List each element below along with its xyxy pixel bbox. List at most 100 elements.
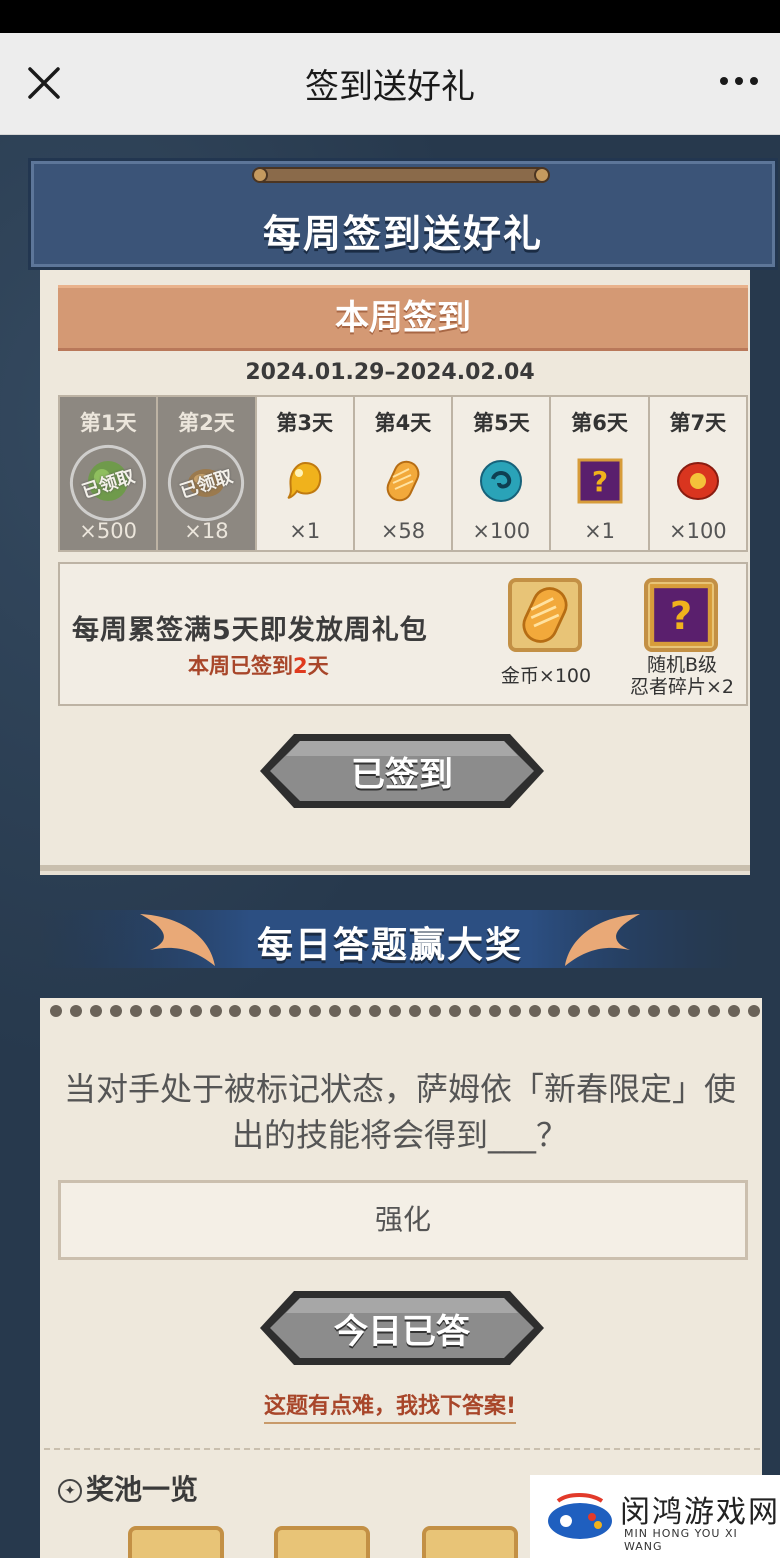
weekly-signin-banner: 每周签到送好礼 xyxy=(28,158,778,270)
hint-link-text: 这题有点难，我找下答案! xyxy=(263,1388,517,1424)
watermark-subtitle: MIN HONG YOU XI WANG xyxy=(624,1527,738,1553)
day-cell-5[interactable]: 第5天 ×100 xyxy=(453,397,552,550)
notebook-hole xyxy=(508,1005,521,1017)
signed-in-button[interactable]: 已签到 xyxy=(256,730,548,812)
notebook-hole xyxy=(488,1005,501,1017)
notebook-hole xyxy=(428,1005,441,1017)
notebook-hole xyxy=(588,1005,601,1017)
day-label: 第3天 xyxy=(276,411,334,435)
notebook-hole xyxy=(548,1005,561,1017)
day-label: 第6天 xyxy=(571,411,628,435)
notebook-hole xyxy=(648,1005,661,1017)
notebook-hole xyxy=(289,1005,302,1017)
weekly-bonus-text: 每周累签满5天即发放周礼包 xyxy=(72,615,428,646)
day-label: 第5天 xyxy=(472,411,530,435)
notebook-hole xyxy=(329,1005,342,1017)
day-cell-4[interactable]: 第4天 ×58 xyxy=(355,397,454,550)
prize-item[interactable] xyxy=(128,1526,224,1558)
day-cell-2: 第2天 已领取 ×18 xyxy=(158,397,257,550)
notebook-hole xyxy=(448,1005,461,1017)
week-section-title: 本周签到 xyxy=(335,298,471,338)
page-title: 签到送好礼 xyxy=(305,67,475,107)
notebook-holes xyxy=(50,1005,760,1019)
weekly-reward-shards-label: 随机B级 忍者碎片×2 xyxy=(629,654,734,698)
notebook-hole xyxy=(169,1005,182,1017)
day-cell-7[interactable]: 第7天 ×100 xyxy=(650,397,746,550)
divider xyxy=(44,1448,760,1450)
prize-pool-header: ✦ 奖池一览 xyxy=(58,1468,198,1508)
day-cell-3[interactable]: 第3天 ×1 xyxy=(257,397,355,550)
day-quantity: ×1 xyxy=(584,519,616,543)
claimed-stamp: 已领取 xyxy=(158,435,255,531)
day-cell-1: 第1天 已领取 ×500 xyxy=(60,397,159,550)
notebook-hole xyxy=(528,1005,541,1017)
notebook-hole xyxy=(369,1005,381,1017)
claimed-stamp: 已领取 xyxy=(60,435,157,531)
daily-quiz-header: 每日答题赢大奖 xyxy=(40,906,740,972)
day-quantity: ×100 xyxy=(668,519,727,543)
prize-pool-title: 奖池一览 xyxy=(86,1473,199,1506)
day-label: 第2天 xyxy=(178,411,235,435)
status-bar xyxy=(0,0,780,33)
hint-link[interactable]: 这题有点难，我找下答案! xyxy=(0,1388,780,1424)
day-cell-6[interactable]: 第6天 ? ×1 xyxy=(551,397,650,550)
quiz-answer-option[interactable]: 强化 xyxy=(58,1180,748,1260)
notebook-hole xyxy=(707,1005,720,1017)
quiz-answer-text: 强化 xyxy=(374,1203,431,1236)
mystery-shard-icon: ? xyxy=(650,584,712,646)
notebook-hole xyxy=(388,1005,401,1017)
svg-text:?: ? xyxy=(591,465,607,498)
prize-pool-icon: ✦ xyxy=(58,1479,82,1503)
week-section-header: 本周签到 xyxy=(58,285,748,351)
notebook-hole xyxy=(628,1005,641,1017)
watermark: 闵鸿游戏网 MIN HONG YOU XI WANG xyxy=(530,1475,780,1558)
notebook-hole xyxy=(209,1005,222,1017)
day-quantity: ×18 xyxy=(184,519,229,543)
answered-today-button[interactable]: 今日已答 xyxy=(256,1287,548,1369)
prize-item[interactable] xyxy=(422,1526,518,1558)
weekly-reward-coins[interactable] xyxy=(508,578,582,652)
notebook-hole xyxy=(229,1005,242,1017)
day-quantity: ×100 xyxy=(472,519,531,543)
notebook-hole xyxy=(129,1005,142,1017)
notebook-hole xyxy=(189,1005,202,1017)
day-label: 第1天 xyxy=(79,411,137,435)
gamepad-logo-icon xyxy=(548,1493,612,1539)
notebook-hole xyxy=(568,1005,581,1017)
prize-item[interactable] xyxy=(274,1526,370,1558)
gold-coin-icon xyxy=(386,460,420,502)
daily-quiz-title: 每日答题赢大奖 xyxy=(256,925,523,966)
weekly-progress-count: 2 xyxy=(293,654,308,678)
gold-coin-icon xyxy=(522,587,568,643)
notebook-hole xyxy=(69,1005,82,1017)
weekly-progress: 本周已签到2天 xyxy=(188,654,329,678)
notebook-hole xyxy=(668,1005,681,1017)
more-options-icon[interactable] xyxy=(720,69,762,93)
notebook-hole xyxy=(249,1005,262,1017)
notebook-hole xyxy=(608,1005,621,1017)
notebook-hole xyxy=(269,1005,282,1017)
weekly-reward-coins-label: 金币×100 xyxy=(500,665,592,687)
signed-in-button-label: 已签到 xyxy=(351,754,453,795)
quiz-question: 当对手处于被标记状态，萨姆依「新春限定」使出的技能将会得到___？ xyxy=(63,1070,736,1154)
notebook-hole xyxy=(688,1005,700,1017)
notebook-hole xyxy=(309,1005,322,1017)
weekly-reward-shards[interactable]: ? xyxy=(644,578,718,652)
scroll-rod xyxy=(252,167,550,183)
notebook-hole xyxy=(109,1005,122,1017)
red-scroll-icon xyxy=(676,462,719,500)
day-label: 第4天 xyxy=(374,411,432,435)
day-quantity: ×500 xyxy=(79,519,137,543)
notebook-hole xyxy=(89,1005,102,1017)
banner-title: 每周签到送好礼 xyxy=(262,212,543,256)
notebook-hole xyxy=(747,1005,760,1017)
answered-today-button-label: 今日已答 xyxy=(334,1311,470,1352)
notebook-hole xyxy=(468,1005,481,1017)
notebook-hole xyxy=(149,1005,162,1017)
top-nav-bar: 签到送好礼 xyxy=(0,33,780,135)
notebook-hole xyxy=(408,1005,421,1017)
gold-drop-icon xyxy=(287,461,321,499)
day-quantity: ×58 xyxy=(380,519,426,543)
notebook-hole xyxy=(50,1005,62,1017)
mystery-shard-icon: ? xyxy=(577,458,623,504)
